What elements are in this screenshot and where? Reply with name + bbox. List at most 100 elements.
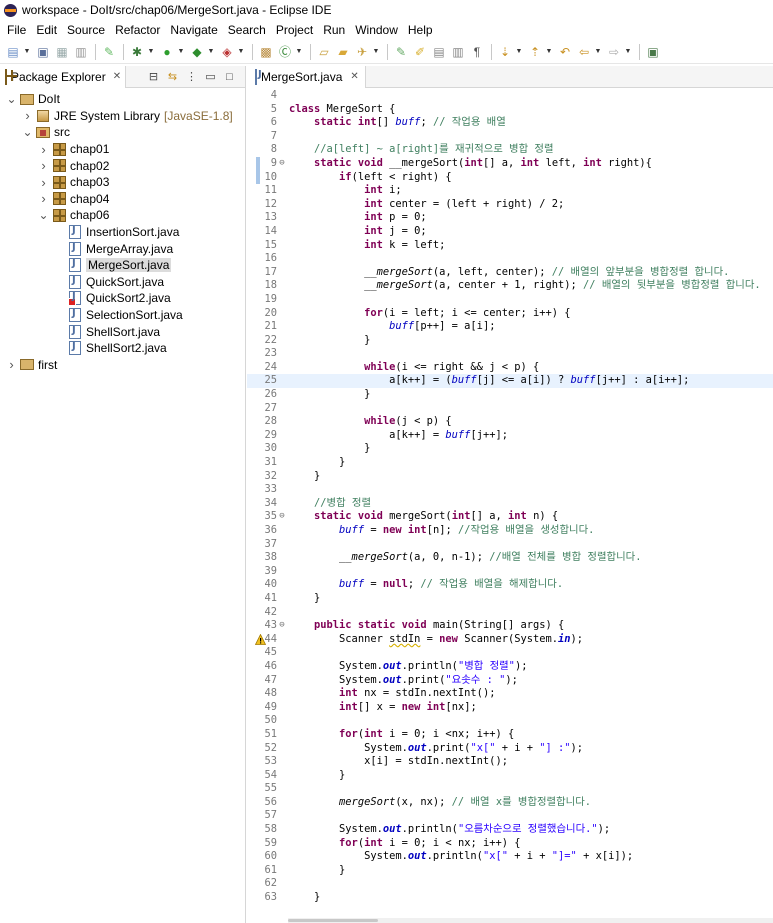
code-line[interactable]: 14 int j = 0;: [247, 225, 773, 239]
view-menu-icon[interactable]: ⋮: [182, 70, 201, 83]
chevron-right-icon[interactable]: ›: [38, 142, 49, 157]
code-line[interactable]: 56 mergeSort(x, nx); // 배열 x를 병합정렬합니다.: [247, 796, 773, 810]
new-dropdown-icon[interactable]: ▼: [23, 48, 31, 55]
code-line[interactable]: 7: [247, 130, 773, 144]
package-explorer-tab[interactable]: Package Explorer ✕: [0, 65, 127, 88]
code-line[interactable]: 4: [247, 89, 773, 103]
tree-item[interactable]: › chap03: [0, 174, 245, 191]
code-line[interactable]: 40 buff = null; // 작업용 배열을 해제합니다.: [247, 578, 773, 592]
code-line[interactable]: 27: [247, 402, 773, 416]
debug-dropdown-icon[interactable]: ▼: [147, 48, 155, 55]
chevron-right-icon[interactable]: ›: [38, 158, 49, 173]
tree-item[interactable]: ShellSort.java: [0, 323, 245, 340]
tree-item[interactable]: › chap04: [0, 191, 245, 208]
tree-item[interactable]: ⌄ DoIt: [0, 91, 245, 108]
code-line[interactable]: 58 System.out.println("오름차순으로 정렬했습니다.");: [247, 823, 773, 837]
menu-run[interactable]: Run: [318, 23, 350, 37]
new-icon[interactable]: ▤: [4, 43, 22, 61]
previous-annotation-dropdown-icon[interactable]: ▼: [545, 48, 553, 55]
tree-item[interactable]: MergeArray.java: [0, 240, 245, 257]
menu-source[interactable]: Source: [62, 23, 110, 37]
code-line[interactable]: 55: [247, 782, 773, 796]
code-line[interactable]: 32 }: [247, 470, 773, 484]
code-line[interactable]: 43 ⊖ public static void main(String[] arg…: [247, 619, 773, 633]
fold-toggle-icon[interactable]: ⊖: [278, 619, 286, 633]
menu-file[interactable]: File: [2, 23, 31, 37]
tree-item[interactable]: › JRE System Library [JavaSE-1.8]: [0, 108, 245, 125]
code-line[interactable]: 51 for(int i = 0; i <nx; i++) {: [247, 728, 773, 742]
menu-project[interactable]: Project: [271, 23, 318, 37]
external-tools-dropdown-icon[interactable]: ▼: [237, 48, 245, 55]
menu-refactor[interactable]: Refactor: [110, 23, 165, 37]
external-tools-icon[interactable]: ◈: [218, 43, 236, 61]
run-icon[interactable]: ●: [158, 43, 176, 61]
chevron-right-icon[interactable]: ›: [22, 108, 33, 123]
coverage-dropdown-icon[interactable]: ▼: [207, 48, 215, 55]
menu-navigate[interactable]: Navigate: [165, 23, 222, 37]
code-line[interactable]: 57: [247, 809, 773, 823]
open-perspective-icon[interactable]: ▣: [644, 43, 662, 61]
save-icon[interactable]: ▣: [34, 43, 52, 61]
code-line[interactable]: 45: [247, 646, 773, 660]
last-edit-location-icon[interactable]: ↶: [556, 43, 574, 61]
word-wrap-icon[interactable]: ▥: [449, 43, 467, 61]
code-line[interactable]: 42: [247, 606, 773, 620]
code-line[interactable]: 30 }: [247, 442, 773, 456]
tree-item[interactable]: QuickSort.java: [0, 274, 245, 291]
code-line[interactable]: 49 int[] x = new int[nx];: [247, 701, 773, 715]
tree-item[interactable]: SelectionSort.java: [0, 307, 245, 324]
fold-toggle-icon[interactable]: ⊖: [278, 157, 286, 171]
code-line[interactable]: 13 int p = 0;: [247, 211, 773, 225]
code-line[interactable]: 36 buff = new int[n]; //작업용 배열을 생성합니다.: [247, 524, 773, 538]
code-line[interactable]: 8 //a[left] ~ a[right]를 재귀적으로 병합 정렬: [247, 143, 773, 157]
code-line[interactable]: 33: [247, 483, 773, 497]
tree-item[interactable]: › chap02: [0, 157, 245, 174]
code-line[interactable]: 60 System.out.println("x[" + i + "]=" + …: [247, 850, 773, 864]
mark-occurrences-icon[interactable]: ✎: [392, 43, 410, 61]
code-line[interactable]: 53 x[i] = stdIn.nextInt();: [247, 755, 773, 769]
menu-window[interactable]: Window: [350, 23, 403, 37]
tree-item[interactable]: ⌄ src: [0, 124, 245, 141]
toggle-breadcrumb-icon[interactable]: ✎: [100, 43, 118, 61]
code-line[interactable]: 61 }: [247, 864, 773, 878]
back-dropdown-icon[interactable]: ▼: [594, 48, 602, 55]
tree-item[interactable]: InsertionSort.java: [0, 224, 245, 241]
code-editor[interactable]: 4 5 class MergeSort {6 static int[] buff; …: [247, 89, 773, 923]
code-line[interactable]: 35 ⊖ static void mergeSort(int[] a, int n…: [247, 510, 773, 524]
collapse-all-icon[interactable]: ⊟: [144, 70, 163, 83]
menu-edit[interactable]: Edit: [31, 23, 62, 37]
code-line[interactable]: 19: [247, 293, 773, 307]
tree-item[interactable]: MergeSort.java: [0, 257, 245, 274]
code-line[interactable]: 34 //병합 정렬: [247, 497, 773, 511]
run-dropdown-icon[interactable]: ▼: [177, 48, 185, 55]
debug-icon[interactable]: ✱: [128, 43, 146, 61]
link-with-editor-icon[interactable]: ⇆: [163, 70, 182, 83]
close-icon[interactable]: ✕: [113, 71, 121, 82]
search-dropdown-icon[interactable]: ▼: [372, 48, 380, 55]
coverage-icon[interactable]: ◆: [188, 43, 206, 61]
tree-item[interactable]: QuickSort2.java: [0, 290, 245, 307]
print-icon[interactable]: ▥: [72, 43, 90, 61]
code-line[interactable]: 18 __mergeSort(a, center + 1, right); //…: [247, 279, 773, 293]
new-java-package-icon[interactable]: ▩: [257, 43, 275, 61]
code-line[interactable]: 11 int i;: [247, 184, 773, 198]
code-line[interactable]: 15 int k = left;: [247, 239, 773, 253]
code-line[interactable]: 39: [247, 565, 773, 579]
code-line[interactable]: 22 }: [247, 334, 773, 348]
code-line[interactable]: 21 buff[p++] = a[i];: [247, 320, 773, 334]
code-line[interactable]: 6 static int[] buff; // 작업용 배열: [247, 116, 773, 130]
code-line[interactable]: 50: [247, 714, 773, 728]
chevron-right-icon[interactable]: ›: [38, 175, 49, 190]
code-line[interactable]: 24 while(i <= right && j < p) {: [247, 361, 773, 375]
tree-item[interactable]: › first: [0, 357, 245, 374]
code-line[interactable]: 26 }: [247, 388, 773, 402]
code-line[interactable]: 31 }: [247, 456, 773, 470]
chevron-down-icon[interactable]: ⌄: [22, 126, 33, 138]
code-line[interactable]: 37: [247, 538, 773, 552]
menu-search[interactable]: Search: [223, 23, 271, 37]
code-line[interactable]: 25 a[k++] = (buff[j] <= a[i]) ? buff[j++…: [247, 374, 773, 389]
chevron-right-icon[interactable]: ›: [38, 191, 49, 206]
code-line[interactable]: 20 for(i = left; i <= center; i++) {: [247, 307, 773, 321]
forward-icon[interactable]: ⇨: [605, 43, 623, 61]
code-line[interactable]: 9 ⊖ static void __mergeSort(int[] a, int …: [247, 156, 773, 171]
